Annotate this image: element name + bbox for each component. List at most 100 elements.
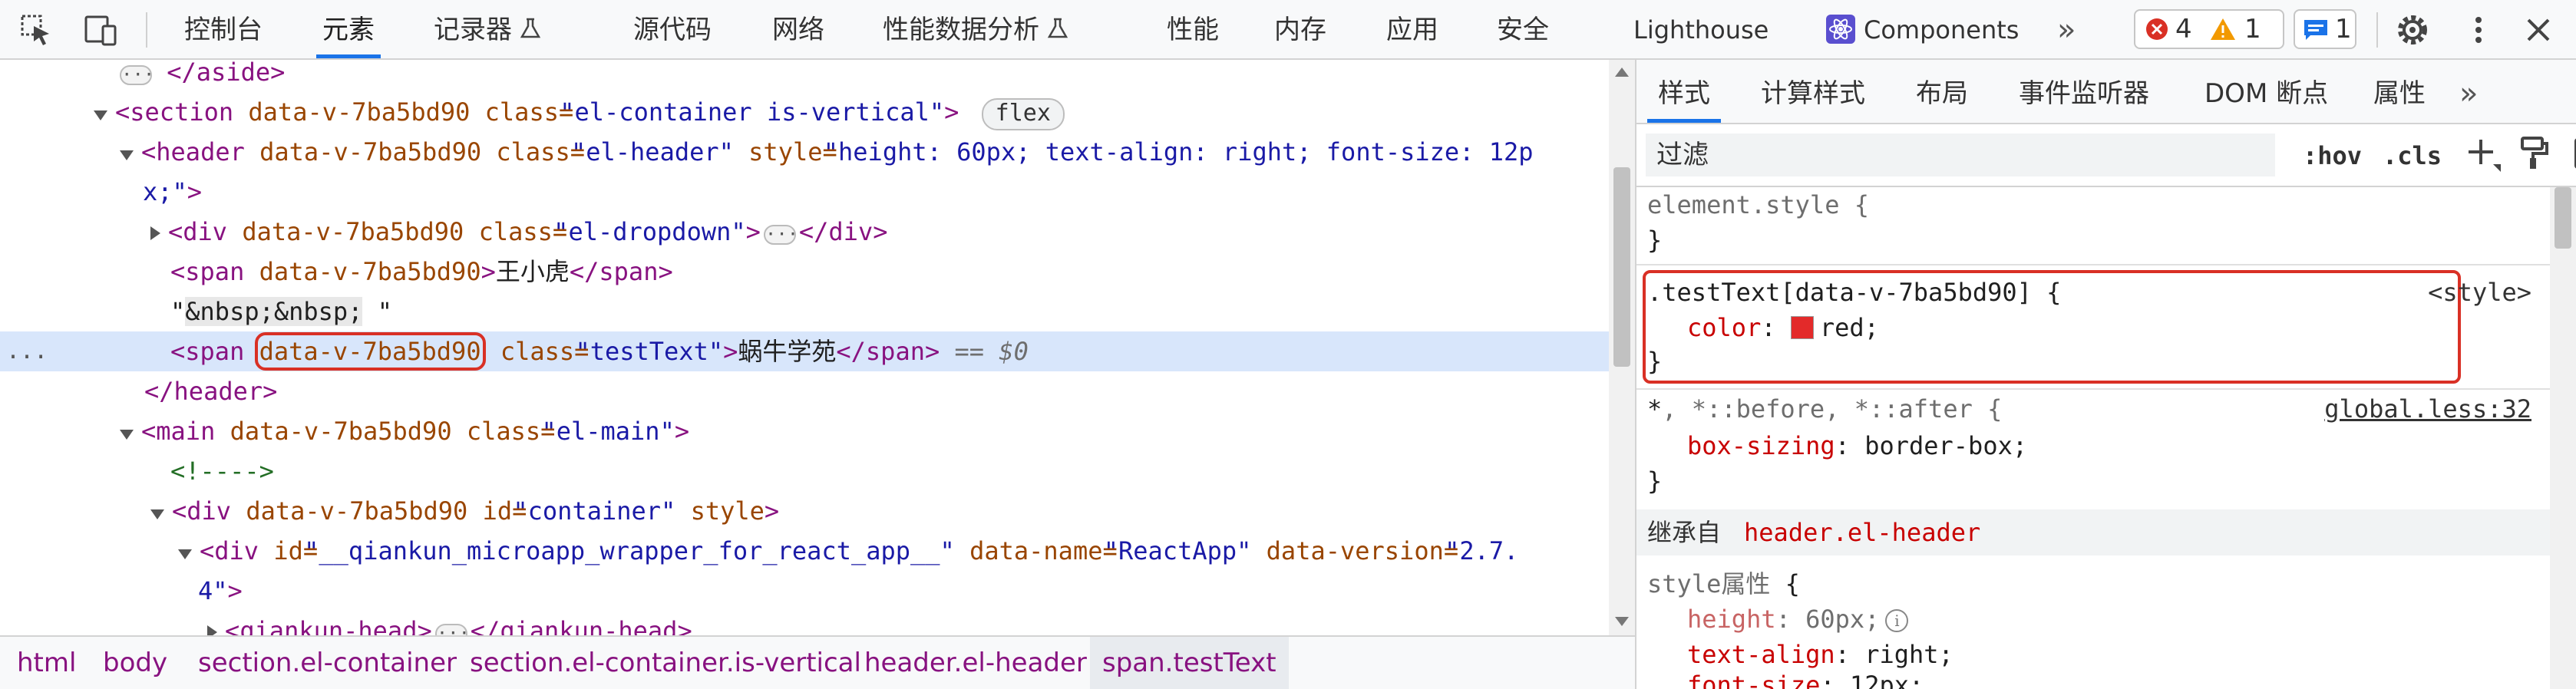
dom-comment-node[interactable]: <!----> xyxy=(0,451,1609,491)
scroll-up-arrow-icon[interactable] xyxy=(1615,68,1629,77)
settings-gear-icon[interactable] xyxy=(2395,12,2430,48)
dom-node-qiankun-head[interactable]: <qiankun-head> ···</qiankun-head> xyxy=(0,611,1609,635)
testtext-color-declaration[interactable]: color: red; xyxy=(1687,310,1879,345)
dom-node-continuation: 4"> xyxy=(198,576,243,605)
expand-triangle-icon[interactable] xyxy=(94,110,107,120)
inspect-element-icon[interactable] xyxy=(18,12,54,48)
tab-properties[interactable]: 属性 xyxy=(2373,60,2426,123)
dom-node-div-dropdown[interactable]: <div data-v-7ba5bd90 class="el-dropdown"… xyxy=(0,212,1609,252)
tab-lighthouse[interactable]: Lighthouse xyxy=(1633,0,1769,58)
tab-network[interactable]: 网络 xyxy=(772,0,824,58)
rule-close-brace: } xyxy=(1647,466,1663,496)
dom-node-main[interactable]: <main data-v-7ba5bd90 class="el-main"> xyxy=(0,411,1609,451)
dom-node-span-testtext-selected[interactable]: ... <span data-v-7ba5bd90 class="testTex… xyxy=(0,331,1609,371)
dom-scrollbar-thumb[interactable] xyxy=(1613,167,1630,367)
dom-text-node[interactable]: "&nbsp;&nbsp; " xyxy=(0,292,1609,331)
global-less-source-link[interactable]: global.less:32 xyxy=(2324,391,2531,427)
message-count: 1 xyxy=(2335,14,2352,45)
collapsed-ellipsis[interactable]: ··· xyxy=(763,225,798,245)
dom-node-header-close[interactable]: </header> xyxy=(0,371,1609,411)
error-icon xyxy=(2146,18,2168,40)
tab-console[interactable]: 控制台 xyxy=(184,0,263,58)
expand-triangle-icon[interactable] xyxy=(150,509,164,519)
flask-icon xyxy=(520,18,541,38)
tab-components[interactable]: Components xyxy=(1825,0,2019,58)
tab-layout[interactable]: 布局 xyxy=(1916,60,1968,123)
dom-node-qiankun-wrapper[interactable]: <div id="__qiankun_microapp_wrapper_for_… xyxy=(0,531,1609,571)
toggle-classes-button[interactable]: .cls xyxy=(2383,137,2442,175)
toolbar-separator xyxy=(2376,12,2378,48)
expand-triangle-icon[interactable] xyxy=(120,430,134,440)
box-sizing-declaration[interactable]: box-sizing: border-box; xyxy=(1687,428,2027,463)
universal-rule-selector[interactable]: *, *::before, *::after { xyxy=(1647,391,2002,427)
flex-badge[interactable]: flex xyxy=(981,98,1065,130)
dom-node-div-container[interactable]: <div data-v-7ba5bd90 id="container" styl… xyxy=(0,491,1609,531)
breadcrumb-body[interactable]: body xyxy=(103,637,167,689)
close-icon[interactable] xyxy=(2521,12,2556,48)
toggle-hover-state-button[interactable]: :hov xyxy=(2303,137,2362,175)
dom-node-continuation: x;"> xyxy=(143,177,203,206)
tab-security[interactable]: 安全 xyxy=(1497,0,1549,58)
collapsed-ellipsis[interactable]: ··· xyxy=(434,624,470,635)
breadcrumb-section-vertical[interactable]: section.el-container.is-vertical xyxy=(470,637,861,689)
add-style-rule-icon[interactable] xyxy=(2465,137,2502,173)
dom-node-section[interactable]: <section data-v-7ba5bd90 class="el-conta… xyxy=(0,92,1609,132)
row-actions-dots-icon[interactable]: ... xyxy=(6,331,48,371)
more-tabs-chevron-icon[interactable]: » xyxy=(2459,60,2478,123)
tab-event-listeners[interactable]: 事件监听器 xyxy=(2019,60,2149,123)
rule-close-brace: } xyxy=(1647,226,1663,255)
device-toolbar-icon[interactable] xyxy=(83,12,118,48)
styles-pane-tabs: 样式 计算样式 布局 事件监听器 DOM 断点 属性 » xyxy=(1636,60,2576,124)
color-swatch[interactable] xyxy=(1790,316,1814,339)
elements-dom-tree: ··· </aside> <section data-v-7ba5bd90 cl… xyxy=(0,60,1609,635)
rule-separator xyxy=(1636,264,2550,265)
collapsed-ellipsis[interactable]: ··· xyxy=(120,65,154,85)
dom-node[interactable]: ··· </aside> xyxy=(0,60,1609,92)
expand-triangle-icon[interactable] xyxy=(120,150,134,160)
info-icon[interactable]: i xyxy=(1885,609,1909,632)
paint-roller-icon[interactable] xyxy=(2518,135,2551,172)
tab-dom-breakpoints[interactable]: DOM 断点 xyxy=(2204,60,2328,123)
react-icon xyxy=(1826,15,1855,44)
kebab-menu-icon[interactable] xyxy=(2461,12,2496,48)
expand-triangle-icon[interactable] xyxy=(178,549,192,559)
breadcrumb-span-testtext[interactable]: span.testText xyxy=(1090,637,1289,689)
styles-scrollbar-thumb[interactable] xyxy=(2555,187,2571,249)
toggle-sidebar-icon[interactable] xyxy=(2573,135,2576,172)
warning-count: 1 xyxy=(2244,14,2261,45)
font-size-declaration[interactable]: font-size: 12px; xyxy=(1687,668,1924,689)
height-declaration[interactable]: height: 60px; i xyxy=(1687,602,1909,637)
tab-elements[interactable]: 元素 xyxy=(316,0,381,58)
tab-recorder[interactable]: 记录器 xyxy=(434,0,541,58)
tab-styles[interactable]: 样式 xyxy=(1647,60,1721,123)
styles-filter-bar: :hov .cls xyxy=(1636,124,2576,187)
breadcrumb-section[interactable]: section.el-container xyxy=(198,637,457,689)
collapse-triangle-icon[interactable] xyxy=(150,226,160,240)
style-attribute-selector[interactable]: style属性 { xyxy=(1647,566,1800,602)
testtext-rule-source[interactable]: <style> xyxy=(2428,275,2531,310)
tab-application[interactable]: 应用 xyxy=(1386,0,1438,58)
collapse-triangle-icon[interactable] xyxy=(207,625,217,635)
console-reference-marker: == $0 xyxy=(954,337,1029,366)
breadcrumb-header[interactable]: header.el-header xyxy=(864,637,1087,689)
scroll-down-arrow-icon[interactable] xyxy=(1615,617,1629,626)
tab-sources[interactable]: 源代码 xyxy=(633,0,712,58)
breadcrumb-html[interactable]: html xyxy=(17,637,76,689)
styles-scrollbar[interactable] xyxy=(2550,187,2576,689)
styles-rules-list: element.style { } .testText[data-v-7ba5b… xyxy=(1636,187,2550,689)
tab-performance-insights[interactable]: 性能数据分析 xyxy=(883,0,1068,58)
rule-close-brace: } xyxy=(1647,347,1663,376)
issues-counter[interactable]: 4 1 xyxy=(2134,9,2284,49)
dom-node-span-user[interactable]: <span data-v-7ba5bd90>王小虎</span> xyxy=(0,252,1609,292)
more-tabs-chevron-icon[interactable]: » xyxy=(2057,0,2076,58)
element-style-selector[interactable]: element.style { xyxy=(1647,187,1869,223)
testtext-rule-selector[interactable]: .testText[data-v-7ba5bd90] { xyxy=(1647,275,2061,310)
messages-counter[interactable]: 1 xyxy=(2294,9,2356,49)
tab-performance[interactable]: 性能 xyxy=(1167,0,1219,58)
tab-computed[interactable]: 计算样式 xyxy=(1761,60,1865,123)
dom-scrollbar[interactable] xyxy=(1609,60,1635,635)
tab-memory[interactable]: 内存 xyxy=(1274,0,1326,58)
dom-node-header[interactable]: <header data-v-7ba5bd90 class="el-header… xyxy=(0,132,1609,172)
styles-filter-input[interactable] xyxy=(1646,134,2275,176)
inherited-from-link[interactable]: header.el-header xyxy=(1744,509,1980,555)
